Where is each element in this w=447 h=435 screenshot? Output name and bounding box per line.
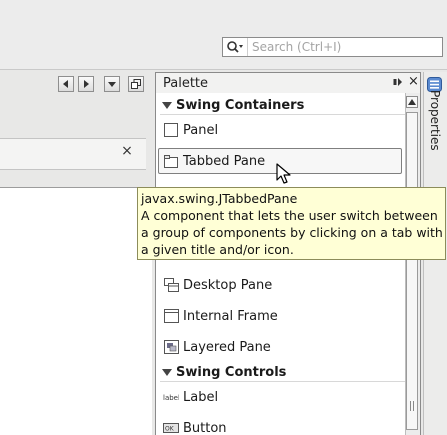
scrollbar-thumb[interactable] bbox=[406, 112, 418, 430]
palette-item-desktop-pane[interactable]: Desktop Pane bbox=[163, 273, 272, 297]
svg-text:label: label bbox=[163, 394, 179, 402]
tooltip-class-name: javax.swing.JTabbedPane bbox=[141, 191, 298, 206]
properties-label[interactable]: Properties bbox=[425, 90, 445, 170]
tooltip-description-line: a group of components by clicking on a t… bbox=[141, 225, 443, 240]
palette-title: Palette bbox=[163, 76, 209, 91]
tooltip-description-line: a given title and/or icon. bbox=[141, 242, 294, 257]
item-label: Label bbox=[183, 389, 219, 405]
scroll-up-button[interactable] bbox=[406, 96, 418, 108]
button-icon: OK bbox=[163, 421, 179, 435]
close-tab-button[interactable]: × bbox=[120, 143, 134, 159]
desktop-pane-icon bbox=[163, 278, 179, 292]
palette-close-button[interactable]: × bbox=[408, 74, 419, 89]
palette-item-layered-pane[interactable]: Layered Pane bbox=[163, 335, 271, 359]
restore-icon bbox=[131, 79, 141, 89]
svg-text:OK: OK bbox=[165, 426, 175, 433]
item-label: Panel bbox=[183, 122, 219, 138]
label-icon: label bbox=[163, 390, 179, 404]
item-label: Tabbed Pane bbox=[183, 153, 266, 169]
panel-icon bbox=[163, 123, 179, 137]
arrow-right-icon bbox=[84, 80, 89, 88]
grip-icon bbox=[410, 401, 414, 411]
arrow-left-icon bbox=[63, 80, 68, 88]
palette-item-tabbed-pane[interactable]: Tabbed Pane bbox=[163, 149, 265, 173]
category-swing-controls[interactable]: Swing Controls bbox=[160, 364, 405, 382]
restore-window-button[interactable] bbox=[128, 76, 144, 92]
item-label: Desktop Pane bbox=[183, 277, 273, 293]
chevron-down-icon bbox=[108, 82, 116, 87]
arrow-up-icon bbox=[408, 99, 416, 105]
tooltip-description-line: A component that lets the user switch be… bbox=[141, 208, 438, 223]
expand-triangle-icon bbox=[162, 369, 172, 376]
internal-frame-icon bbox=[163, 309, 179, 323]
tabbed-pane-icon bbox=[163, 154, 179, 168]
show-opened-documents-button[interactable] bbox=[104, 76, 120, 92]
category-label: Swing Containers bbox=[176, 98, 305, 113]
mouse-pointer-icon bbox=[276, 163, 292, 185]
search-icon[interactable] bbox=[223, 38, 247, 56]
editor-canvas[interactable] bbox=[0, 187, 152, 435]
palette-item-label[interactable]: label Label bbox=[163, 385, 218, 409]
palette-item-panel[interactable]: Panel bbox=[163, 118, 218, 142]
category-label: Swing Controls bbox=[176, 365, 287, 380]
expand-triangle-icon bbox=[162, 102, 172, 109]
item-label: Internal Frame bbox=[183, 308, 278, 324]
item-label: Layered Pane bbox=[183, 339, 271, 355]
category-swing-containers[interactable]: Swing Containers bbox=[160, 97, 405, 115]
palette-item-internal-frame[interactable]: Internal Frame bbox=[163, 304, 278, 328]
palette-minimize-button[interactable] bbox=[393, 77, 403, 90]
scroll-right-button[interactable] bbox=[78, 76, 94, 92]
minimize-icon bbox=[393, 78, 402, 86]
toolbar-area bbox=[0, 0, 447, 70]
item-label: Button bbox=[183, 420, 227, 435]
search-input[interactable] bbox=[247, 38, 437, 56]
quick-search-box[interactable] bbox=[222, 37, 443, 57]
palette-content bbox=[156, 93, 405, 435]
scroll-left-button[interactable] bbox=[58, 76, 74, 92]
palette-item-tooltip: javax.swing.JTabbedPane A component that… bbox=[137, 187, 446, 260]
palette-item-button[interactable]: OK Button bbox=[163, 416, 227, 435]
layered-pane-icon bbox=[163, 340, 179, 354]
